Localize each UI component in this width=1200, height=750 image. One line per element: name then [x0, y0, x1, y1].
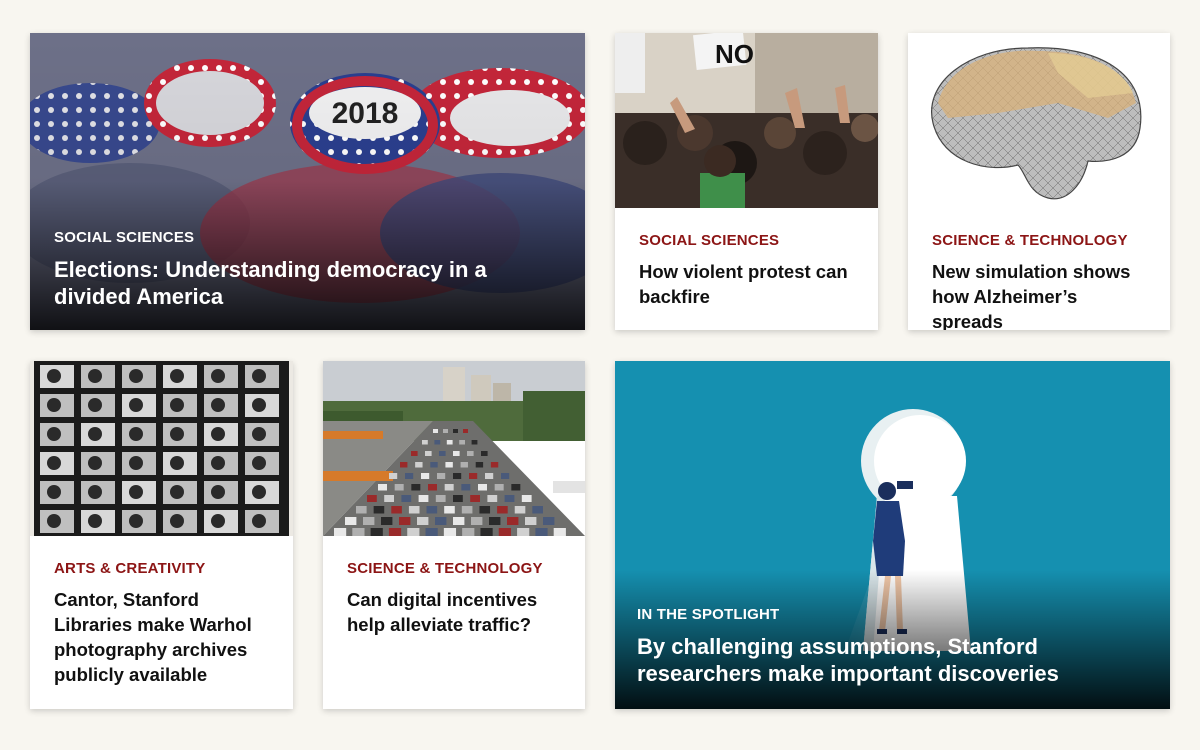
- card-headline[interactable]: How violent protest can backfire: [639, 259, 858, 309]
- story-card-warhol[interactable]: ARTS & CREATIVITY Cantor, Stanford Libra…: [30, 361, 293, 709]
- card-headline[interactable]: By challenging assumptions, Stanford res…: [637, 633, 1146, 687]
- card-headline[interactable]: New simulation shows how Alzheimer’s spr…: [932, 259, 1150, 330]
- story-card-traffic[interactable]: SCIENCE & TECHNOLOGY Can digital incenti…: [323, 361, 585, 709]
- card-headline[interactable]: Cantor, Stanford Libraries make Warhol p…: [54, 587, 273, 687]
- warhol-contact-sheet-image: [30, 361, 293, 536]
- card-category: IN THE SPOTLIGHT: [637, 606, 780, 623]
- story-card-alzheimers[interactable]: SCIENCE & TECHNOLOGY New simulation show…: [908, 33, 1170, 330]
- freeway-traffic-image: [323, 361, 585, 536]
- card-headline[interactable]: Can digital incentives help alleviate tr…: [347, 587, 565, 637]
- story-card-protest[interactable]: NO SOCIAL SCIENCES How violent protest c…: [615, 33, 878, 330]
- card-category: SOCIAL SCIENCES: [54, 229, 195, 246]
- card-category: SCIENCE & TECHNOLOGY: [932, 232, 1128, 249]
- card-category: ARTS & CREATIVITY: [54, 560, 206, 577]
- story-card-elections[interactable]: 2018 SOCIAL SCIENCES Elections: Understa…: [30, 33, 585, 330]
- story-card-spotlight[interactable]: IN THE SPOTLIGHT By challenging assumpti…: [615, 361, 1170, 709]
- protest-crowd-image: NO: [615, 33, 878, 208]
- card-category: SOCIAL SCIENCES: [639, 232, 780, 249]
- card-headline[interactable]: Elections: Understanding democracy in a …: [54, 256, 561, 310]
- brain-simulation-image: [908, 33, 1170, 208]
- protest-sign-text: NO: [715, 39, 754, 69]
- card-category: SCIENCE & TECHNOLOGY: [347, 560, 543, 577]
